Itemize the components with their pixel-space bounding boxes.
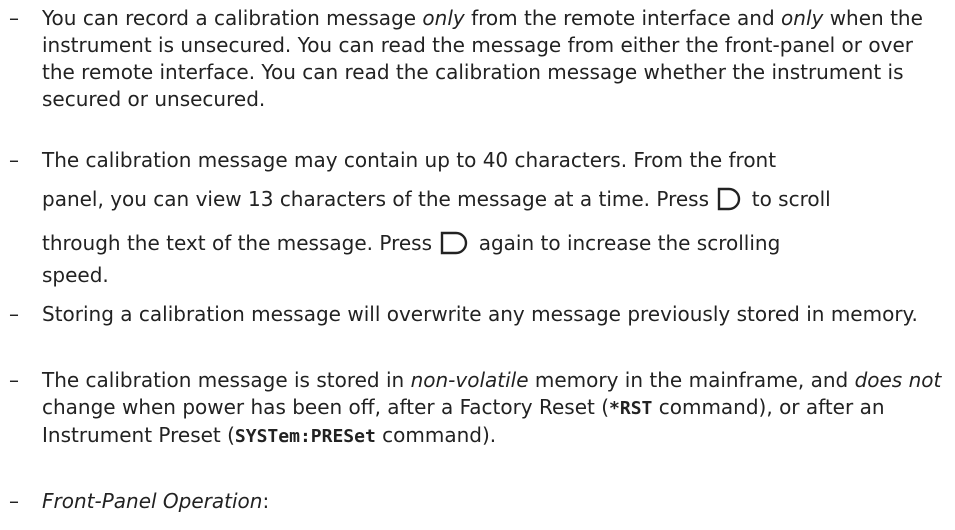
item-text: from the remote interface and [464, 6, 782, 30]
list-item: – Front-Panel Operation: [9, 488, 947, 515]
right-arrow-key-icon [717, 187, 743, 218]
item-text: panel, you can view 13 characters of the… [42, 187, 710, 211]
emphasis-non-volatile: non-volatile [410, 368, 529, 392]
bullet-dash: – [9, 368, 19, 392]
item-text: You can record a calibration message [42, 6, 423, 30]
item-text: Storing a calibration message will overw… [42, 302, 918, 326]
command-rst: *RST [609, 398, 653, 419]
bullet-dash: – [9, 489, 19, 513]
item-text: The calibration message may contain up t… [42, 148, 777, 172]
emphasis-only: only [422, 6, 465, 30]
item-line: speed. [42, 262, 947, 289]
emphasis-does-not: does not [854, 368, 942, 392]
item-text: The calibration message is stored in [42, 368, 411, 392]
item-text: speed. [42, 263, 109, 287]
document-page: – You can record a calibration message o… [0, 0, 955, 530]
emphasis-only: only [781, 6, 824, 30]
item-line: through the text of the message. Press a… [42, 230, 947, 262]
item-text: change when power has been off, after a … [42, 395, 610, 419]
list-item: – The calibration message is stored in n… [9, 367, 947, 450]
item-line: panel, you can view 13 characters of the… [42, 186, 947, 218]
command-system-preset: SYSTem:PRESet [234, 426, 376, 447]
bullet-dash: – [9, 6, 19, 30]
item-text: : [262, 489, 270, 513]
bullet-dash: – [9, 302, 19, 326]
right-arrow-key-icon [440, 231, 470, 262]
item-text: through the text of the message. Press [42, 231, 432, 255]
item-text: memory in the mainframe, and [528, 368, 855, 392]
list-item: – The calibration message may contain up… [9, 147, 947, 289]
item-text: command). [375, 423, 497, 447]
item-text: to scroll [751, 187, 831, 211]
item-text: again to increase the scrolling [478, 231, 781, 255]
list-item: – Storing a calibration message will ove… [9, 301, 947, 328]
bullet-dash: – [9, 148, 19, 172]
emphasis-front-panel-operation: Front-Panel Operation [42, 489, 263, 513]
list-item: – You can record a calibration message o… [9, 5, 947, 113]
item-line: The calibration message may contain up t… [42, 147, 947, 174]
